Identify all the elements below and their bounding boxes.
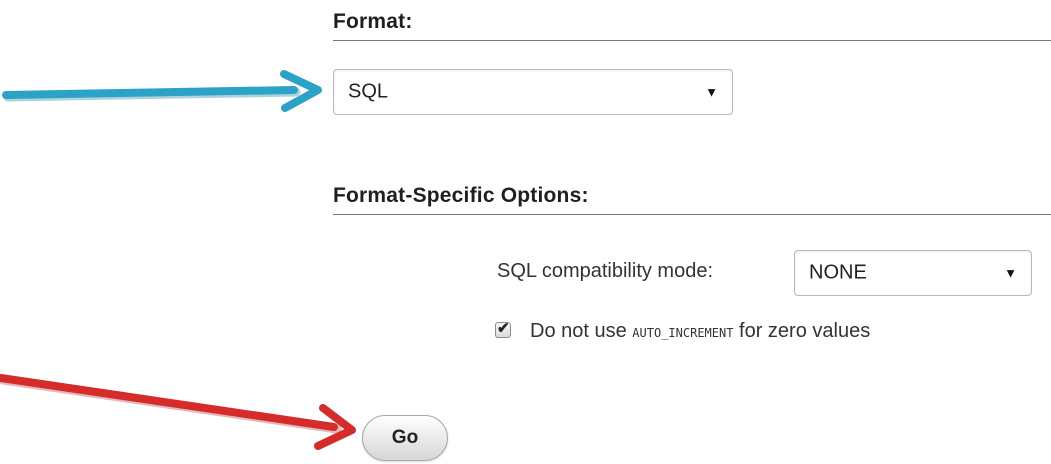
compatibility-mode-value: NONE bbox=[809, 261, 867, 284]
auto-increment-text-before: Do not use bbox=[530, 320, 627, 342]
format-select-value: SQL bbox=[348, 80, 389, 103]
go-button[interactable]: Go bbox=[362, 415, 448, 461]
auto-increment-text-after: for zero values bbox=[739, 320, 871, 342]
auto-increment-code: AUTO_INCREMENT bbox=[632, 326, 734, 340]
auto-increment-checkbox[interactable]: ✔ bbox=[495, 320, 511, 338]
format-options-heading: Format-Specific Options: bbox=[333, 184, 1051, 215]
chevron-down-icon: ▼ bbox=[705, 84, 718, 100]
compatibility-mode-select[interactable]: NONE ▼ bbox=[794, 250, 1032, 296]
auto-increment-option: ✔ Do not use AUTO_INCREMENT for zero val… bbox=[495, 320, 870, 343]
chevron-down-icon: ▼ bbox=[1004, 265, 1017, 281]
blue-arrow-icon bbox=[2, 70, 322, 112]
compatibility-mode-label: SQL compatibility mode: bbox=[497, 260, 714, 282]
format-heading: Format: bbox=[333, 10, 1051, 41]
format-select[interactable]: SQL ▼ bbox=[333, 69, 733, 115]
red-arrow-icon bbox=[0, 374, 356, 450]
checkmark-icon: ✔ bbox=[497, 320, 510, 337]
